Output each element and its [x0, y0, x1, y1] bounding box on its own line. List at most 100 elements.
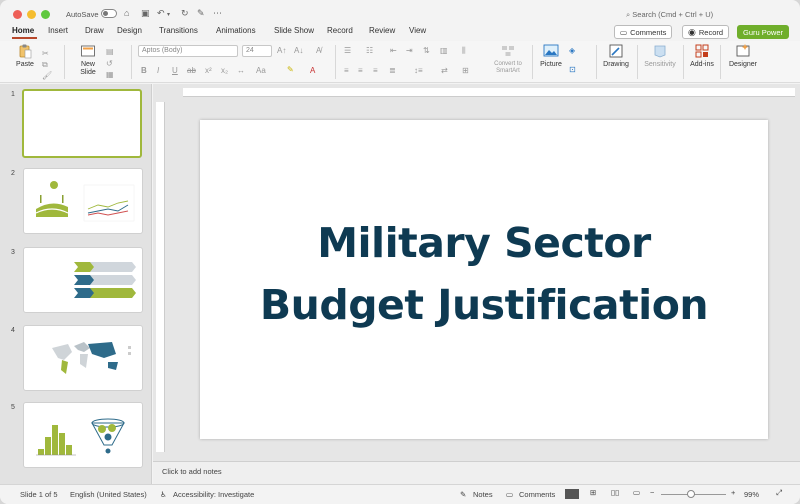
- picture-icon: [543, 44, 559, 57]
- slide-thumbnail-3[interactable]: [23, 247, 143, 313]
- record-button[interactable]: ◉ Record: [682, 25, 730, 39]
- italic-icon[interactable]: I: [157, 66, 159, 75]
- slide-title[interactable]: Military Sector Budget Justification: [200, 212, 768, 336]
- font-name-select[interactable]: Aptos (Body): [138, 45, 238, 57]
- tab-view[interactable]: View: [409, 26, 426, 35]
- justify-icon[interactable]: ≣: [389, 66, 396, 75]
- shapes-icon[interactable]: ◈: [569, 46, 575, 55]
- highlight-icon[interactable]: ✎: [287, 65, 294, 74]
- undo-dropdown-icon[interactable]: ▾: [167, 11, 170, 18]
- convert-to-smartart-button[interactable]: Convert to SmartArt: [488, 41, 528, 75]
- change-case-icon[interactable]: Aa: [256, 66, 266, 75]
- bold-icon[interactable]: B: [141, 66, 147, 75]
- line-spacing-icon[interactable]: ↕≡: [414, 66, 423, 75]
- decrease-font-icon[interactable]: A↓: [294, 46, 303, 55]
- align-center-icon[interactable]: ≡: [358, 66, 363, 75]
- more-icon[interactable]: ⋯: [213, 8, 222, 19]
- clear-formatting-icon[interactable]: A̸: [316, 46, 321, 55]
- zoom-level[interactable]: 99%: [744, 490, 759, 499]
- thumbnail-number: 1: [11, 91, 15, 98]
- sensitivity-icon: [654, 45, 666, 58]
- search-field[interactable]: ⌕ Search (Cmd + Ctrl + U): [626, 10, 713, 20]
- tab-draw[interactable]: Draw: [85, 26, 104, 35]
- slide-editor[interactable]: Military Sector Budget Justification: [153, 84, 800, 461]
- font-size-select[interactable]: 24: [242, 45, 272, 57]
- slide-thumbnail-1[interactable]: [22, 89, 142, 158]
- slide-canvas[interactable]: Military Sector Budget Justification: [200, 120, 768, 439]
- slide-thumbnail-pane[interactable]: 1 2 3 4 5: [0, 84, 152, 484]
- tab-transitions[interactable]: Transitions: [159, 26, 198, 35]
- superscript-icon[interactable]: x²: [205, 66, 212, 75]
- picture-button[interactable]: Picture: [538, 41, 564, 68]
- tab-insert[interactable]: Insert: [48, 26, 68, 35]
- slide-thumbnail-5[interactable]: [23, 402, 143, 468]
- section-icon[interactable]: ▦: [106, 70, 114, 79]
- notes-pane[interactable]: Click to add notes: [153, 461, 800, 484]
- tab-review[interactable]: Review: [369, 26, 395, 35]
- status-bar: Slide 1 of 5 English (United States) ♿ A…: [0, 484, 800, 504]
- fit-to-window-icon[interactable]: ⤢: [776, 488, 782, 498]
- slideshow-icon[interactable]: ▭: [633, 488, 640, 497]
- designer-button[interactable]: Designer: [727, 41, 759, 68]
- zoom-slider-knob[interactable]: [687, 490, 695, 498]
- character-spacing-icon[interactable]: ↔: [237, 66, 245, 75]
- tab-animations[interactable]: Animations: [216, 26, 256, 35]
- underline-icon[interactable]: U: [172, 66, 178, 75]
- notes-toggle[interactable]: Notes: [473, 490, 493, 499]
- redo-icon[interactable]: ↻: [181, 8, 189, 19]
- layout-icon[interactable]: ▤: [106, 47, 114, 56]
- tab-home[interactable]: Home: [12, 26, 34, 35]
- normal-view-icon[interactable]: [565, 489, 579, 499]
- cut-icon[interactable]: ✂: [42, 49, 49, 58]
- sensitivity-button[interactable]: Sensitivity: [641, 41, 679, 68]
- format-painter-icon[interactable]: 🖌: [42, 71, 52, 80]
- autosave-toggle[interactable]: [101, 9, 117, 18]
- home-icon[interactable]: ⌂: [124, 8, 129, 18]
- drawing-button[interactable]: Drawing: [600, 41, 632, 68]
- tab-slide-show[interactable]: Slide Show: [274, 26, 314, 35]
- tab-design[interactable]: Design: [117, 26, 142, 35]
- comments-toggle[interactable]: Comments: [519, 490, 555, 499]
- language-indicator[interactable]: English (United States): [70, 490, 147, 499]
- customize-icon[interactable]: ✎: [197, 8, 205, 19]
- close-window-button[interactable]: [13, 10, 22, 19]
- zoom-in-icon[interactable]: +: [731, 488, 735, 497]
- save-icon[interactable]: ▣: [141, 8, 150, 19]
- strikethrough-icon[interactable]: ab: [187, 66, 196, 75]
- guru-power-button[interactable]: Guru Power: [737, 25, 790, 39]
- columns-icon[interactable]: ▥: [440, 46, 448, 55]
- decrease-indent-icon[interactable]: ⇤: [390, 46, 397, 55]
- slide-count: Slide 1 of 5: [20, 490, 58, 499]
- new-slide-button[interactable]: New Slide: [74, 41, 102, 77]
- tab-record[interactable]: Record: [327, 26, 353, 35]
- undo-icon[interactable]: ↶: [157, 8, 165, 19]
- align-right-icon[interactable]: ≡: [373, 66, 378, 75]
- copy-icon[interactable]: ⧉: [42, 60, 48, 70]
- maximize-window-button[interactable]: [41, 10, 50, 19]
- subscript-icon[interactable]: x₂: [221, 66, 228, 75]
- addins-button[interactable]: Add-ins: [688, 41, 716, 68]
- slide-sorter-icon[interactable]: ⊞: [590, 488, 596, 497]
- text-direction-icon[interactable]: ⇅: [423, 46, 430, 55]
- increase-indent-icon[interactable]: ⇥: [406, 46, 413, 55]
- align-left-icon[interactable]: ≡: [344, 66, 349, 75]
- reset-icon[interactable]: ↺: [106, 59, 113, 68]
- minimize-window-button[interactable]: [27, 10, 36, 19]
- smartart-small-icon[interactable]: ⊞: [462, 66, 469, 75]
- comments-button[interactable]: ▭ Comments: [614, 25, 673, 39]
- zoom-out-icon[interactable]: −: [650, 488, 654, 497]
- slide-thumbnail-4[interactable]: [23, 325, 143, 391]
- record-icon: ◉: [688, 26, 696, 37]
- accessibility-status[interactable]: Accessibility: Investigate: [173, 490, 254, 499]
- paste-button[interactable]: Paste: [10, 41, 40, 68]
- numbering-icon[interactable]: ☷: [366, 46, 373, 55]
- slide-thumbnail-2[interactable]: [23, 168, 143, 234]
- bullets-icon[interactable]: ☰: [344, 46, 351, 55]
- paragraph-direction-icon[interactable]: ⇄: [441, 66, 448, 75]
- reading-view-icon[interactable]: ▯▯: [611, 488, 619, 497]
- font-color-icon[interactable]: A: [310, 66, 315, 75]
- align-text-icon[interactable]: ⫼: [462, 46, 466, 56]
- comments-icon: ▭: [506, 490, 514, 499]
- increase-font-icon[interactable]: A↑: [277, 46, 286, 55]
- textbox-icon[interactable]: ⊡: [569, 65, 576, 74]
